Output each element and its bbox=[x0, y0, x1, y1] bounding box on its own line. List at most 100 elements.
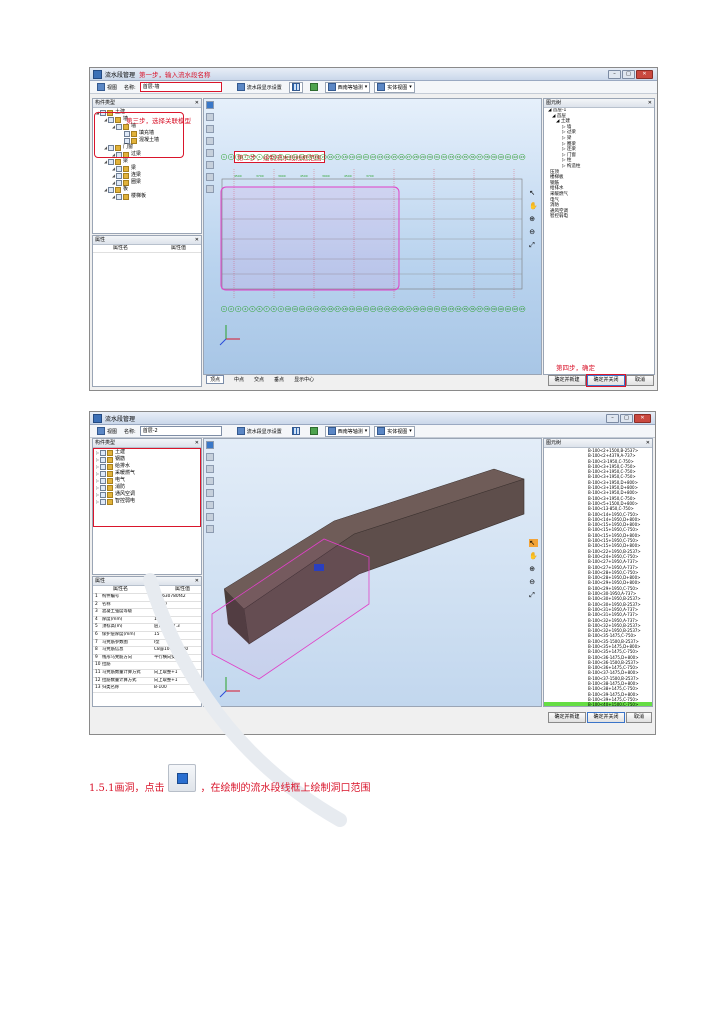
property-number: 13 bbox=[95, 685, 101, 691]
tree-item[interactable]: ◢ 连梁 bbox=[93, 172, 201, 179]
axis-label: 9 bbox=[280, 307, 282, 311]
render-mode-dropdown[interactable]: 实体视图 ▾ bbox=[374, 81, 415, 93]
axis-label: 3 bbox=[237, 155, 239, 159]
axis-label: 22 bbox=[371, 155, 375, 159]
snap-option[interactable]: 交点 bbox=[254, 376, 264, 383]
axis-label: 35 bbox=[463, 155, 467, 159]
snap-option[interactable]: 显示中心 bbox=[294, 376, 314, 383]
grid-toggle-button[interactable] bbox=[288, 81, 303, 93]
view-button[interactable]: 视图 bbox=[94, 426, 120, 437]
display-settings-button[interactable]: 流水段显示设置 bbox=[234, 426, 285, 437]
cancel-button[interactable]: 取消 bbox=[626, 712, 652, 723]
property-number: 2 bbox=[95, 601, 98, 607]
confirm-close-button[interactable]: 确定并关闭 bbox=[586, 374, 626, 387]
maximize-button[interactable]: □ bbox=[622, 70, 635, 79]
confirm-close-button[interactable]: 确定并关闭 bbox=[587, 712, 625, 723]
axis-label: 11 bbox=[293, 155, 297, 159]
axis-label: 16 bbox=[329, 307, 333, 311]
close-button[interactable]: ✕ bbox=[636, 70, 653, 79]
checkbox[interactable] bbox=[116, 165, 122, 172]
axis-label: 18 bbox=[343, 155, 347, 159]
axis-label: 13 bbox=[307, 155, 311, 159]
minimize-button[interactable]: – bbox=[606, 414, 619, 423]
lock-icon bbox=[115, 158, 121, 165]
name-input[interactable]: 首层-墙 bbox=[139, 82, 222, 92]
pan-hand-icon[interactable]: ✋ bbox=[529, 202, 538, 210]
checkbox[interactable] bbox=[108, 186, 114, 193]
cursor-icon[interactable]: ↖ bbox=[529, 539, 538, 547]
axis-label: 26 bbox=[400, 307, 404, 311]
axis-label: 24 bbox=[385, 155, 389, 159]
properties-header: 属性 ✕ bbox=[93, 236, 201, 245]
tree-item[interactable]: ◢ 楼梯板 bbox=[93, 193, 201, 200]
axis-label: 1 bbox=[223, 155, 225, 159]
zoom-out-icon[interactable]: ⊖ bbox=[529, 228, 538, 236]
checkbox[interactable] bbox=[116, 172, 122, 179]
axis-label: 14 bbox=[314, 307, 318, 311]
tree-item[interactable]: ◢ 梁 bbox=[93, 165, 201, 172]
axis-label: 8 bbox=[273, 155, 275, 159]
checkbox[interactable] bbox=[108, 158, 114, 165]
axis-label: 36 bbox=[471, 307, 475, 311]
element-list: B-100<2+1500,B-2537> B-100<2+4379,A-737> B… bbox=[544, 448, 652, 706]
toolbar: 视图 名称: 首层-墙 流水段显示设置 西南等轴测 ▾ 实体视图 ▾ bbox=[90, 81, 657, 94]
view-direction-dropdown[interactable]: 西南等轴测 ▾ bbox=[324, 425, 371, 437]
close-icon[interactable]: ✕ bbox=[646, 439, 650, 447]
display-settings-button[interactable]: 流水段显示设置 bbox=[234, 82, 285, 93]
render-mode-dropdown[interactable]: 实体视图 ▾ bbox=[374, 425, 415, 437]
axis-label: 9 bbox=[280, 155, 282, 159]
close-icon[interactable]: ✕ bbox=[195, 236, 199, 244]
axis-label: 26 bbox=[400, 155, 404, 159]
element-tree-header: 图元树 ✕ bbox=[544, 99, 654, 108]
checkbox[interactable] bbox=[116, 179, 122, 186]
element-tree-item[interactable]: 智控弱电 bbox=[548, 214, 654, 220]
axis-label: 34 bbox=[456, 155, 460, 159]
window-title: 流水段管理 bbox=[105, 415, 136, 423]
tree-item-label: 板 bbox=[123, 186, 129, 192]
component-type-title: 构件类型 bbox=[95, 100, 116, 106]
orbit-button[interactable] bbox=[307, 426, 321, 437]
element-list-item[interactable]: B-100<40+1500,C-750> bbox=[544, 702, 652, 706]
axis-label: 5 bbox=[251, 307, 253, 311]
cancel-button[interactable]: 取消 bbox=[626, 375, 654, 386]
view-label: 视图 bbox=[107, 428, 118, 435]
pan-hand-icon[interactable]: ✋ bbox=[529, 552, 538, 560]
tree-item-label: 楼梯板 bbox=[131, 193, 147, 199]
snap-option[interactable]: 垂点 bbox=[274, 376, 284, 383]
confirm-new-button[interactable]: 确定并新建 bbox=[548, 375, 586, 386]
checkbox[interactable] bbox=[116, 193, 122, 200]
flow-section-frame[interactable] bbox=[220, 186, 400, 291]
fit-view-icon[interactable]: ⤢ bbox=[529, 241, 538, 250]
lock-icon bbox=[123, 172, 129, 179]
properties-title: 属性 bbox=[95, 578, 106, 584]
axis-label: 20 bbox=[357, 155, 361, 159]
zoom-in-icon[interactable]: ⊕ bbox=[529, 215, 538, 223]
snap-option[interactable]: 中点 bbox=[234, 376, 244, 383]
orbit-button[interactable] bbox=[307, 82, 321, 93]
close-icon[interactable]: ✕ bbox=[195, 439, 199, 447]
axis-label: 4 bbox=[244, 307, 246, 311]
element-tree: ◢ 首层-1 ◢ 首层 ◢ 土建 ▷ 墙 ▷ 过梁 ▷ 梁 ▷ 圈梁 ▷ 连梁 ▷ 门窗 ▷ 柱 ▷… bbox=[544, 108, 654, 220]
axis-label: 1 bbox=[223, 307, 225, 311]
name-input[interactable]: 首层-2 bbox=[139, 426, 222, 436]
tree-item[interactable]: ◢ 梁 bbox=[93, 158, 201, 165]
lock-icon bbox=[123, 193, 129, 200]
maximize-button[interactable]: □ bbox=[620, 414, 633, 423]
grid-toggle-button[interactable] bbox=[289, 426, 303, 437]
close-icon[interactable]: ✕ bbox=[195, 99, 199, 107]
render-mode-value: 实体视图 bbox=[387, 428, 408, 435]
tree-item[interactable]: ◢ 板 bbox=[93, 186, 201, 193]
snap-option[interactable]: 顶点 bbox=[206, 375, 225, 384]
3d-viewport[interactable]: 第二步，绘制流水段线框范围 1 1 2 2 3 3 4 4 5 5 6 6 7 7 8 8 9 9 10 10 11 11… bbox=[203, 98, 542, 375]
view-button[interactable]: 视图 bbox=[94, 82, 120, 93]
view-direction-dropdown[interactable]: 西南等轴测 ▾ bbox=[324, 81, 371, 93]
cursor-icon[interactable]: ↖ bbox=[529, 189, 538, 197]
orbit-icon bbox=[309, 83, 318, 91]
axis-label: 43 bbox=[520, 307, 524, 311]
close-button[interactable]: ✕ bbox=[634, 414, 651, 423]
minimize-button[interactable]: – bbox=[608, 70, 621, 79]
tree-item[interactable]: ◢ 圈梁 bbox=[93, 179, 201, 186]
axis-label: 7 bbox=[266, 155, 268, 159]
close-icon[interactable]: ✕ bbox=[648, 99, 652, 107]
axis-label: 5 bbox=[251, 155, 253, 159]
